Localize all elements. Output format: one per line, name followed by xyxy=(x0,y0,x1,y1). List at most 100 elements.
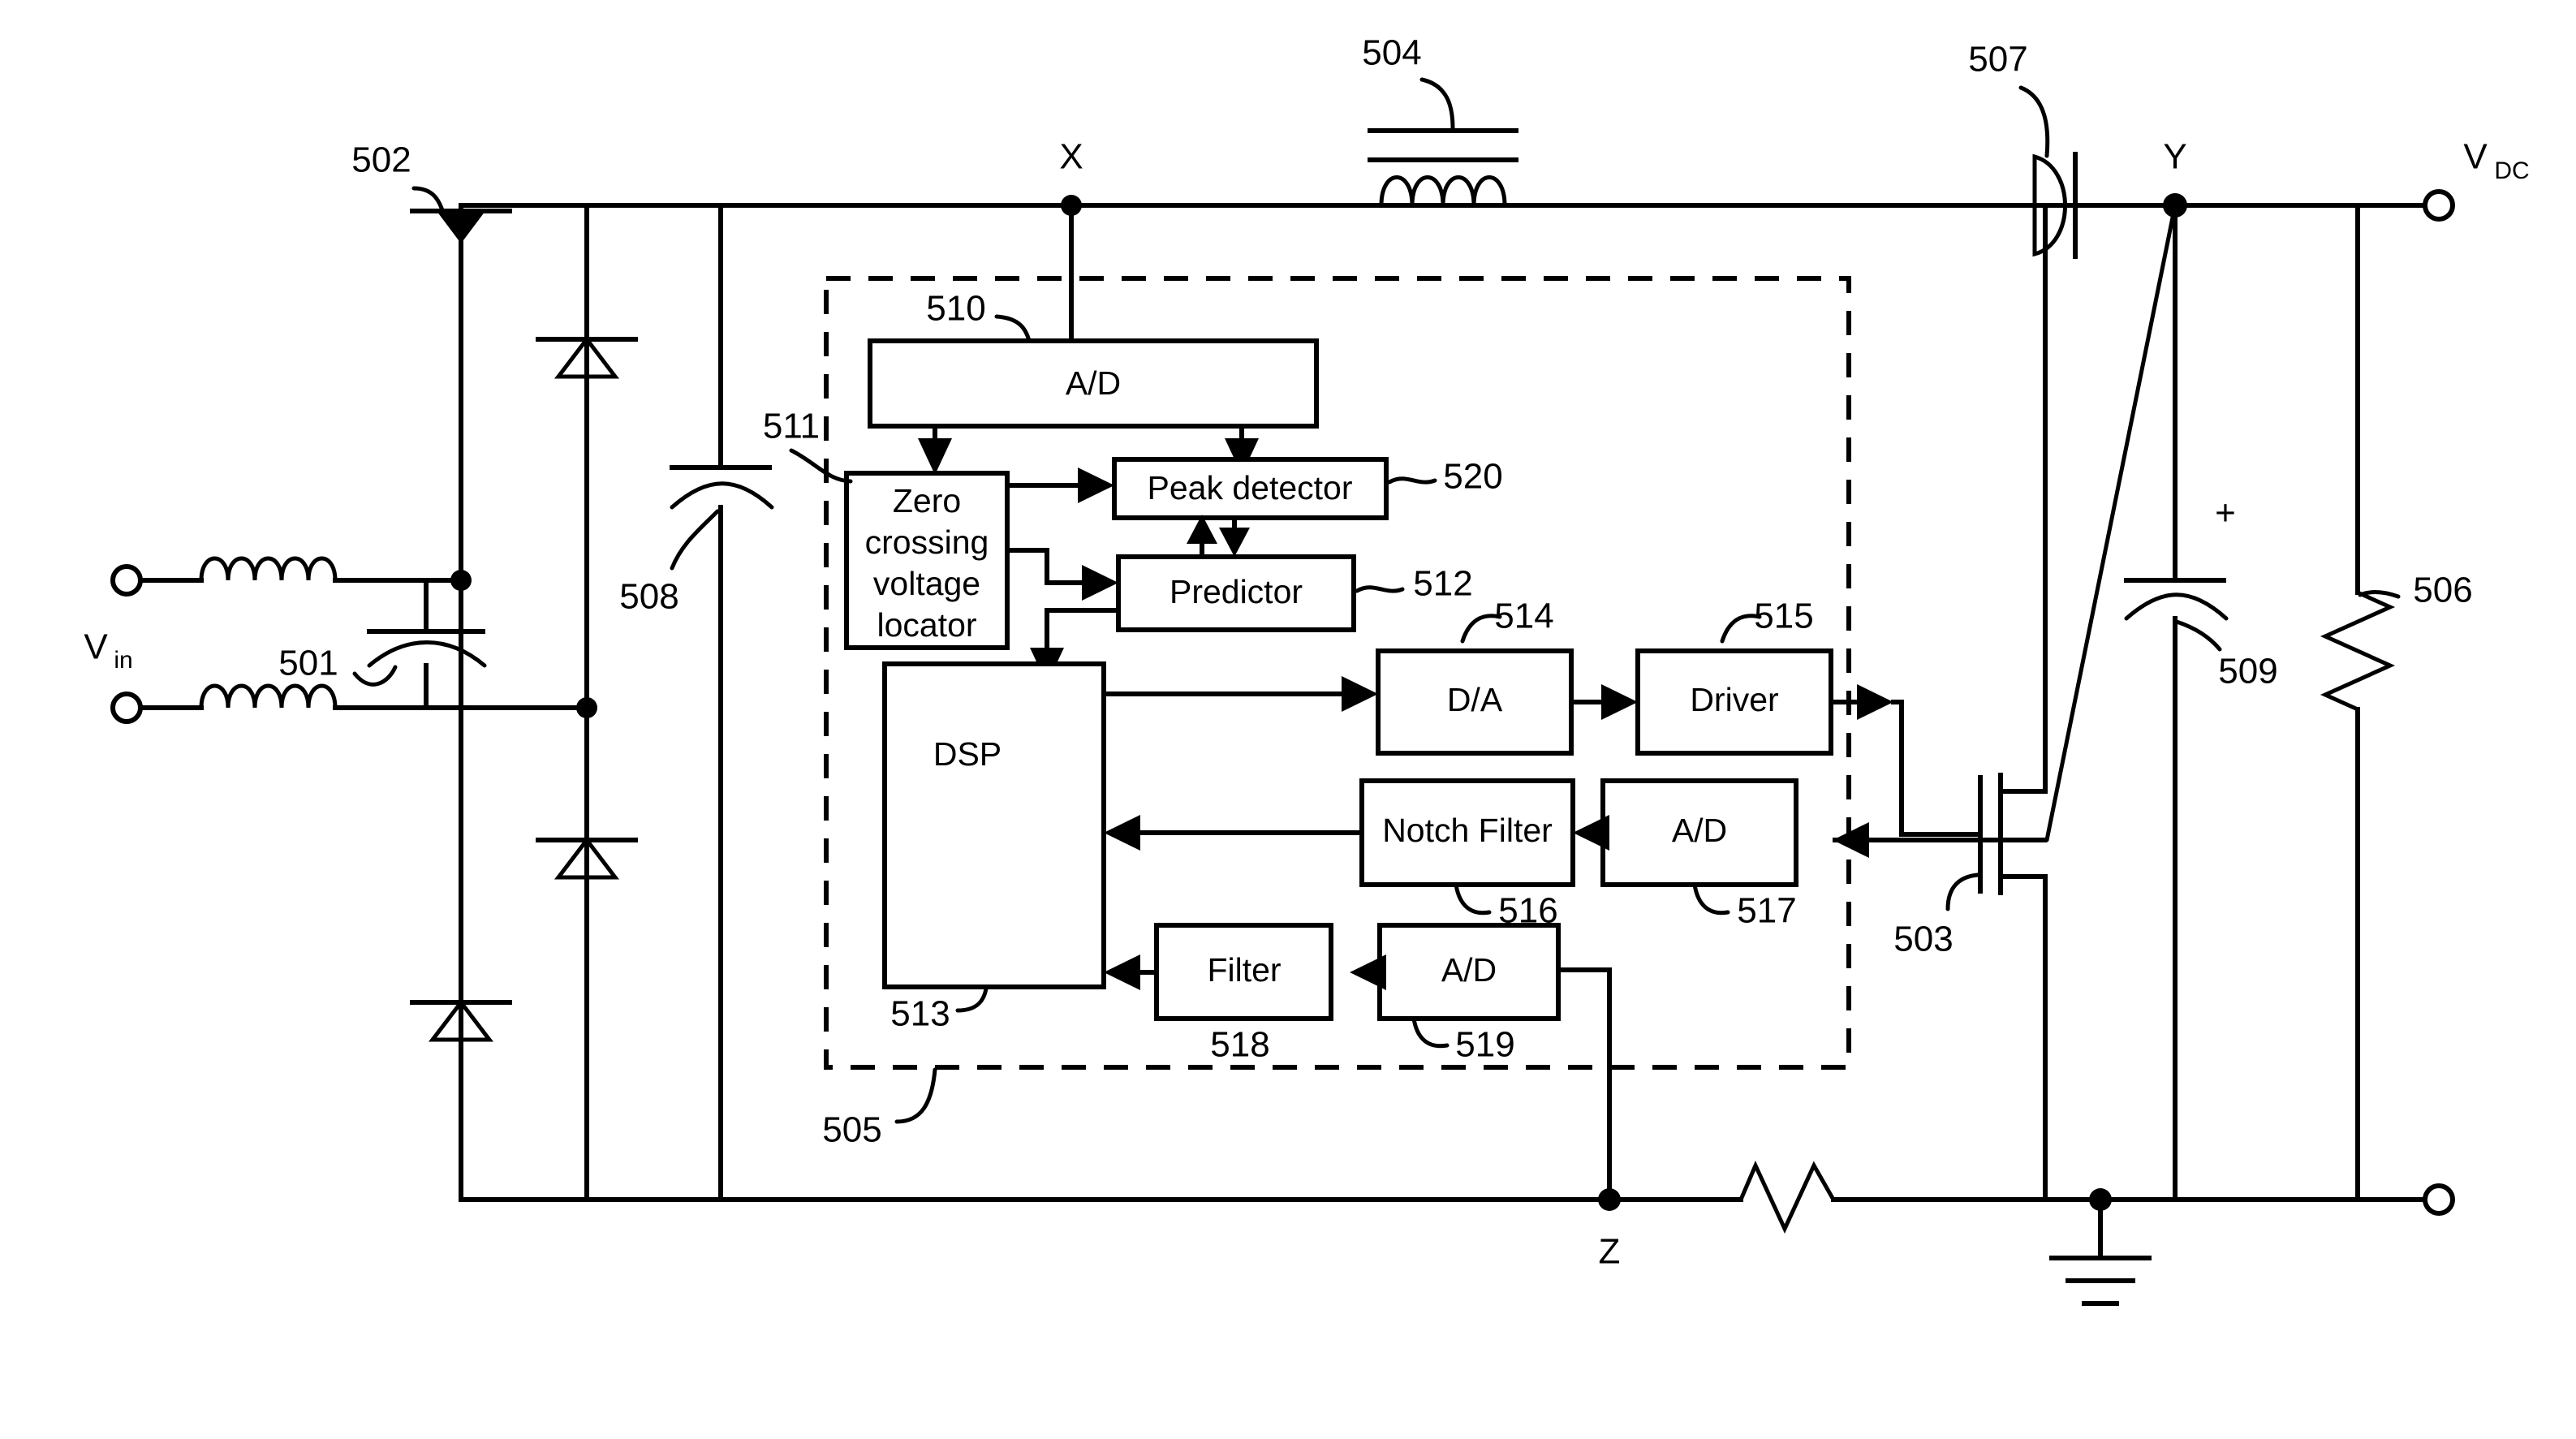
ref-519-text: 519 xyxy=(1455,1025,1514,1065)
ref-513-leader: 513 xyxy=(890,986,989,1034)
block-notch-filter-label: Notch Filter xyxy=(1382,812,1553,849)
load-resistor-506 xyxy=(2320,203,2396,1202)
block-filter-label: Filter xyxy=(1207,951,1281,989)
current-sense-wire xyxy=(1833,822,2047,858)
ref-520-text: 520 xyxy=(1443,457,1502,497)
ref-507-leader: 507 xyxy=(1968,40,2050,158)
block-driver-label: Driver xyxy=(1690,681,1778,718)
bridge-node-bottom-junction xyxy=(576,697,597,718)
ref-504-leader: 504 xyxy=(1362,33,1455,131)
ref-510-leader: 510 xyxy=(926,289,1032,343)
ref-512-leader: 512 xyxy=(1355,564,1473,604)
predictor-to-peak-arrow-up xyxy=(1187,515,1217,557)
block-dsp-label: DSP xyxy=(933,735,1002,773)
ad517-to-notch-arrow xyxy=(1573,815,1609,851)
output-capacitor-509: + xyxy=(2124,203,2236,1202)
ref-511-leader: 511 xyxy=(763,407,853,484)
ref-506-text: 506 xyxy=(2413,571,2472,610)
ref-503-text: 503 xyxy=(1893,920,1953,959)
block-da-label: D/A xyxy=(1447,681,1503,718)
bridge-node-top-junction xyxy=(450,570,472,591)
ref-513-text: 513 xyxy=(890,994,950,1034)
notch-to-dsp-arrow xyxy=(1104,815,1362,851)
ref-512-text: 512 xyxy=(1413,564,1472,604)
block-ad-return-sense[interactable]: A/D xyxy=(1377,923,1561,1021)
zero-crossing-line-4: locator xyxy=(877,606,976,644)
ref-520-leader: 520 xyxy=(1387,457,1503,497)
vin-text: V xyxy=(84,627,108,667)
dsp-to-da-arrow xyxy=(1104,676,1378,712)
block-dsp[interactable]: DSP xyxy=(882,661,1106,989)
ref-509-leader: 509 xyxy=(2174,619,2278,691)
block-ad-return-sense-label: A/D xyxy=(1441,951,1497,989)
schematic-canvas: V in 501 502 508 X 504 507 Y V DC + 509 … xyxy=(0,0,2576,1439)
ref-511-text: 511 xyxy=(763,407,820,446)
block-peak-detector[interactable]: Peak detector xyxy=(1112,457,1389,520)
vin-subscript: in xyxy=(114,647,132,674)
block-ad-input[interactable]: A/D xyxy=(868,338,1319,429)
ref-503-leader: 503 xyxy=(1893,872,1980,959)
bridge-diode-502 xyxy=(410,209,512,243)
block-peak-detector-label: Peak detector xyxy=(1148,469,1353,506)
ref-502-text: 502 xyxy=(351,140,411,180)
node-x-label: X xyxy=(1059,137,1083,177)
vin-top-terminal xyxy=(110,564,204,597)
boost-inductor-504 xyxy=(1368,128,1518,208)
block-ad-input-label: A/D xyxy=(1066,364,1121,402)
ref-514-text: 514 xyxy=(1494,597,1553,636)
node-y-label: Y xyxy=(2163,137,2186,177)
ref-508-leader: 508 xyxy=(619,509,720,617)
ref-502-leader: 502 xyxy=(351,140,446,215)
vdc-bottom-terminal xyxy=(2423,1183,2455,1216)
vin-bottom-terminal xyxy=(110,691,204,724)
block-ad-current-sense-label: A/D xyxy=(1672,812,1727,849)
ref-505-leader: 505 xyxy=(822,1067,937,1150)
ref-517-text: 517 xyxy=(1737,891,1796,931)
ref-504-text: 504 xyxy=(1362,33,1421,73)
ref-514-leader: 514 xyxy=(1460,597,1554,644)
da-to-driver-arrow xyxy=(1571,684,1638,720)
ad519-to-filter-arrow xyxy=(1350,954,1386,990)
vin-label: V in xyxy=(84,627,132,674)
sense-resistor xyxy=(1607,1160,1865,1234)
zc-to-predictor-arrow xyxy=(1007,548,1118,601)
block-predictor-label: Predictor xyxy=(1170,573,1303,610)
node-z-label: Z xyxy=(1599,1232,1621,1272)
ref-508-text: 508 xyxy=(619,577,678,617)
block-filter[interactable]: Filter xyxy=(1154,923,1333,1021)
ref-505-text: 505 xyxy=(822,1110,881,1150)
filter-to-dsp-arrow xyxy=(1104,954,1157,990)
ref-506-leader: 506 xyxy=(2358,571,2473,610)
zero-crossing-line-1: Zero xyxy=(893,482,961,519)
ref-515-leader: 515 xyxy=(1720,597,1814,644)
zc-to-peak-detector-arrow xyxy=(1007,467,1114,503)
vdc-subscript: DC xyxy=(2494,157,2529,184)
input-capacitor-508 xyxy=(670,203,774,1202)
block-zero-crossing-voltage-locator[interactable]: Zero crossing voltage locator xyxy=(844,471,1010,650)
zero-crossing-line-2: crossing xyxy=(865,523,989,561)
peak-to-predictor-arrow-down xyxy=(1219,518,1250,557)
ref-507-text: 507 xyxy=(1968,40,2027,80)
zero-crossing-line-3: voltage xyxy=(873,565,980,602)
ref-517-leader: 517 xyxy=(1692,882,1797,931)
driver-to-gate-arrow xyxy=(1831,684,1904,837)
input-inductor-bottom xyxy=(199,683,404,710)
ref-501-text: 501 xyxy=(278,644,338,683)
ad-to-zero-crossing-arrow xyxy=(918,426,952,475)
ref-501-leader: 501 xyxy=(278,644,398,687)
block-predictor[interactable]: Predictor xyxy=(1116,554,1356,632)
ref-515-text: 515 xyxy=(1754,597,1813,636)
block-da[interactable]: D/A xyxy=(1376,648,1574,756)
circuit-diagram: V in 501 502 508 X 504 507 Y V DC + 509 … xyxy=(84,33,2530,1306)
input-inductor-top xyxy=(199,556,404,583)
emi-capacitor-501 xyxy=(367,578,589,710)
ref-510-text: 510 xyxy=(926,289,985,329)
ref-518-text: 518 xyxy=(1210,1025,1269,1065)
ref-519-leader: 519 xyxy=(1411,1016,1515,1065)
ref-509-text: 509 xyxy=(2218,652,2277,691)
block-notch-filter[interactable]: Notch Filter xyxy=(1359,778,1575,887)
mosfet-503 xyxy=(1899,203,2048,1202)
block-driver[interactable]: Driver xyxy=(1635,648,1833,756)
block-ad-current-sense[interactable]: A/D xyxy=(1600,778,1798,887)
ref-518-label: 518 xyxy=(1210,1025,1269,1065)
